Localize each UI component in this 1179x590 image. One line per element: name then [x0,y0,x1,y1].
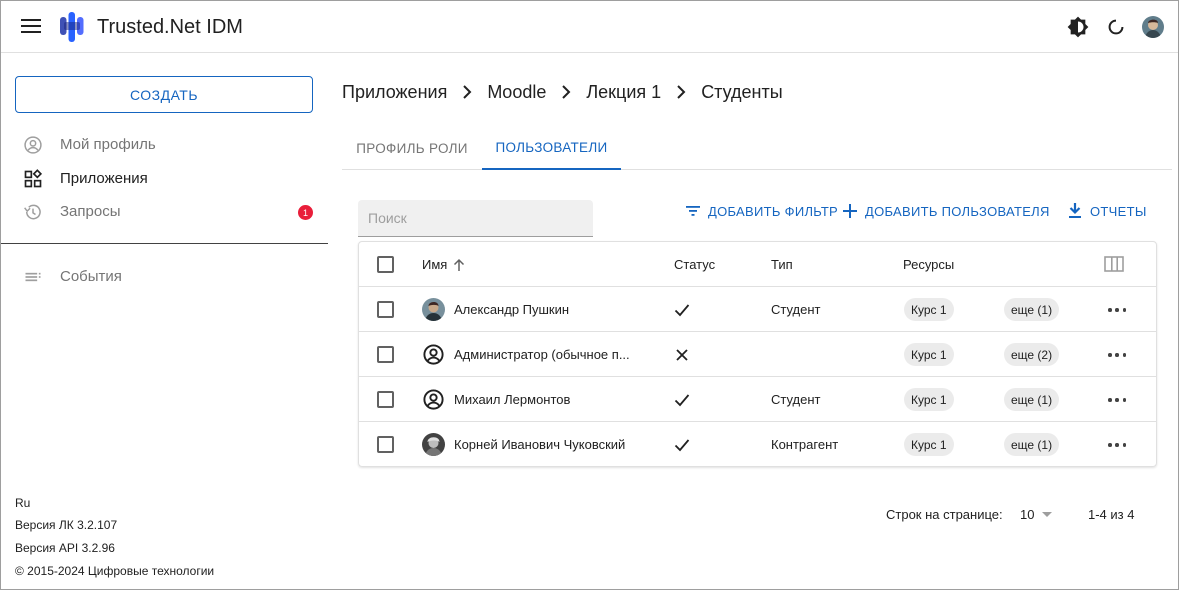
table-row[interactable]: Михаил Лермонтов Студент Курс 1 еще (1) [359,377,1156,422]
sidebar-item-applications[interactable]: Приложения [1,163,328,195]
language-label[interactable]: Ru [15,496,30,510]
rows-per-page-select[interactable]: 10 [1020,505,1054,523]
tabs: ПРОФИЛЬ РОЛИ ПОЛЬЗОВАТЕЛИ [342,126,1172,170]
table-header-row: Имя Статус Тип Ресурсы [359,242,1156,287]
more-resources-chip[interactable]: еще (1) [1004,433,1060,456]
user-name[interactable]: Александр Пушкин [454,287,569,332]
add-user-button[interactable]: ДОБАВИТЬ ПОЛЬЗОВАТЕЛЯ [843,201,1050,221]
version-api: Версия API 3.2.96 [15,541,115,555]
user-avatar [422,298,445,321]
resource-chip[interactable]: Курс 1 [904,298,954,321]
pagination-range: 1-4 из 4 [1088,507,1135,522]
reports-label: ОТЧЕТЫ [1090,203,1147,219]
breadcrumb-item-applications[interactable]: Приложения [342,82,447,103]
status-check-icon [674,422,690,467]
more-actions-icon[interactable] [1105,301,1129,319]
top-app-bar: Trusted.Net IDM [1,1,1178,53]
status-cross-icon [675,332,689,377]
sidebar-divider [1,243,328,244]
sidebar-item-label: Мой профиль [60,136,156,153]
add-filter-label: ДОБАВИТЬ ФИЛЬТР [708,203,839,219]
account-circle-icon [24,136,42,154]
sidebar-item-label: События [60,268,122,285]
search-field[interactable] [358,200,593,237]
user-name[interactable]: Корней Иванович Чуковский [454,422,625,467]
sidebar-item-my-profile[interactable]: Мой профиль [1,129,328,161]
more-resources-chip[interactable]: еще (1) [1004,298,1060,321]
row-checkbox[interactable] [377,391,394,408]
table-row[interactable]: Администратор (обычное п... Курс 1 еще (… [359,332,1156,377]
add-user-label: ДОБАВИТЬ ПОЛЬЗОВАТЕЛЯ [865,203,1050,219]
rows-per-page-label: Строк на странице: [886,507,1003,522]
sidebar-item-label: Запросы [60,203,121,220]
create-button[interactable]: СОЗДАТЬ [15,76,313,113]
columns-settings-icon[interactable] [1104,256,1124,272]
sidebar-item-events[interactable]: События [1,261,328,293]
tab-role-profile[interactable]: ПРОФИЛЬ РОЛИ [342,126,482,170]
account-circle-icon [423,389,444,410]
column-header-name[interactable]: Имя [422,242,466,287]
plus-icon [843,204,857,218]
status-check-icon [674,287,690,332]
user-name[interactable]: Михаил Лермонтов [454,377,570,422]
users-table: Имя Статус Тип Ресурсы Александр Пушкин [358,241,1157,467]
reports-button[interactable]: ОТЧЕТЫ [1068,201,1147,221]
column-header-type[interactable]: Тип [771,242,793,287]
resource-chip[interactable]: Курс 1 [904,388,954,411]
user-avatar[interactable] [1142,16,1164,38]
trusted-net-logo [60,12,84,42]
apps-icon [24,169,43,188]
chevron-right-icon [677,85,686,99]
user-name[interactable]: Администратор (обычное п... [454,332,630,377]
search-input[interactable] [368,208,558,228]
requests-count-badge: 1 [298,205,313,220]
sidebar-item-label: Приложения [60,170,148,187]
chevron-right-icon [463,85,472,99]
more-actions-icon[interactable] [1105,346,1129,364]
menu-icon[interactable] [21,19,41,35]
breadcrumb-item-students: Студенты [701,81,783,102]
event-list-icon [25,272,41,282]
sort-arrow-up-icon [454,258,465,271]
column-header-status[interactable]: Статус [674,242,715,287]
more-resources-chip[interactable]: еще (2) [1004,343,1060,366]
more-resources-chip[interactable]: еще (1) [1004,388,1060,411]
tab-users[interactable]: ПОЛЬЗОВАТЕЛИ [482,126,621,170]
filter-icon [686,206,700,216]
resource-chip[interactable]: Курс 1 [904,343,954,366]
history-icon [24,204,41,220]
user-type: Студент [771,302,821,317]
account-circle-icon [423,344,444,365]
sidebar: СОЗДАТЬ Мой профиль Приложения Запросы 1 [1,54,328,589]
add-filter-button[interactable]: ДОБАВИТЬ ФИЛЬТР [686,201,838,221]
more-actions-icon[interactable] [1105,436,1129,454]
version-lk: Версия ЛК 3.2.107 [15,518,118,532]
row-checkbox[interactable] [377,346,394,363]
copyright: © 2015-2024 Цифровые технологии [15,564,215,578]
column-name-label: Имя [422,257,448,272]
user-avatar [422,433,445,456]
table-row[interactable]: Александр Пушкин Студент Курс 1 еще (1) [359,287,1156,332]
theme-brightness-icon[interactable] [1067,16,1089,38]
status-check-icon [674,377,690,422]
chevron-right-icon [562,85,571,99]
download-icon [1069,203,1081,218]
row-checkbox[interactable] [377,301,394,318]
breadcrumb: Приложения Moodle Лекция 1 Студенты [342,80,783,104]
breadcrumb-item-moodle[interactable]: Moodle [487,82,546,103]
row-checkbox[interactable] [377,436,394,453]
breadcrumb-item-lecture[interactable]: Лекция 1 [586,82,661,103]
resource-chip[interactable]: Курс 1 [904,433,954,456]
user-type: Контрагент [771,437,839,452]
more-actions-icon[interactable] [1105,391,1129,409]
user-type: Студент [771,392,821,407]
rows-per-page-value: 10 [1020,506,1035,522]
table-row[interactable]: Корней Иванович Чуковский Контрагент Кур… [359,422,1156,467]
sidebar-item-requests[interactable]: Запросы 1 [1,196,328,228]
select-all-checkbox[interactable] [377,256,394,273]
chevron-down-icon [1042,512,1053,517]
refresh-icon[interactable] [1105,16,1127,38]
column-header-resources[interactable]: Ресурсы [903,242,954,287]
app-title: Trusted.Net IDM [97,16,243,38]
